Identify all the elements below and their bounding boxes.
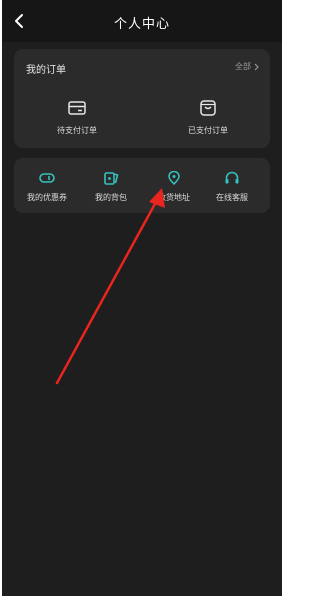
pending-payment-orders[interactable]: 待支付订单 <box>32 99 122 136</box>
all-orders-link[interactable]: 全部 <box>235 61 260 72</box>
online-support-label: 在线客服 <box>216 193 248 202</box>
wallet-icon <box>68 101 86 115</box>
my-orders-heading: 我的订单 <box>26 65 66 76</box>
screen: 个人中心 我的订单 全部 待支付订单 已支付订单 我的优惠券 我的背包 收货地址… <box>2 0 282 596</box>
shipping-address[interactable]: 收货地址 <box>145 170 203 203</box>
all-orders-label: 全部 <box>235 62 251 71</box>
pending-payment-label: 待支付订单 <box>57 126 97 135</box>
location-pin-icon <box>168 170 180 186</box>
my-coupons[interactable]: 我的优惠券 <box>18 170 76 203</box>
my-orders-card: 我的订单 全部 待支付订单 已支付订单 <box>14 49 270 148</box>
chevron-right-icon <box>254 63 259 70</box>
cards-icon <box>104 172 119 185</box>
my-backpack-label: 我的背包 <box>95 193 127 202</box>
bag-icon <box>200 100 216 116</box>
shipping-address-label: 收货地址 <box>158 193 190 202</box>
online-support[interactable]: 在线客服 <box>203 170 261 203</box>
my-backpack[interactable]: 我的背包 <box>82 170 140 203</box>
paid-orders-label: 已支付订单 <box>188 126 228 135</box>
headset-icon <box>225 171 239 184</box>
services-card: 我的优惠券 我的背包 收货地址 在线客服 <box>14 158 270 213</box>
page-title: 个人中心 <box>113 17 170 32</box>
top-bar: 个人中心 <box>2 0 282 42</box>
paid-orders[interactable]: 已支付订单 <box>163 99 253 136</box>
my-coupons-label: 我的优惠券 <box>27 193 67 202</box>
coupon-icon <box>39 173 55 183</box>
